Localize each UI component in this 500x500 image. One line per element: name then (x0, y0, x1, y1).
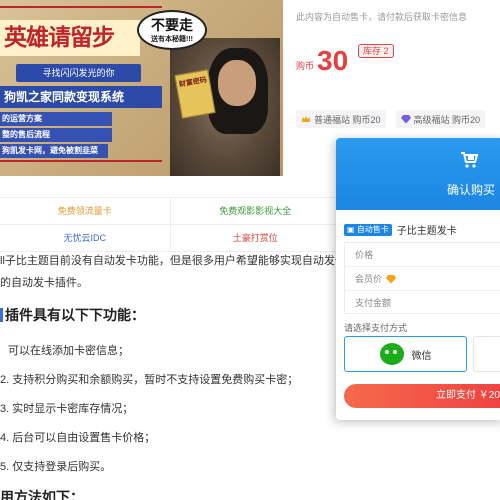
article-paragraph: 的自动发卡插件。 (0, 277, 88, 289)
product-cover-image: 英雄请留步 寻找闪闪发光的你 狗凯之家同款变现系统 的运营方案 整的售后流程 狗… (0, 0, 283, 176)
price-details: 价格 会员价 支付金额 (344, 242, 500, 314)
poster-divider (0, 160, 162, 162)
product-notice: 此内容为自动售卡，请付款后获取卡密信息 (296, 12, 468, 22)
member-price-label: 普通福站 购币20 (314, 114, 381, 125)
poster-band: 狗凯之家同款变现系统 (0, 86, 162, 108)
promo-link[interactable]: 免费领流量卡 (0, 198, 171, 224)
modal-title: 确认购买 (447, 183, 496, 197)
wechat-icon (379, 343, 404, 365)
promo-link[interactable]: 土豪打赏位 (171, 225, 341, 251)
poster-speech-bubble: 不要走 送有本秘籍!!! (137, 10, 207, 50)
member-price-row: 普通福站 购币20 高级福站 购币20 (296, 110, 486, 128)
member-price-badge: 高级福站 购币20 (395, 110, 486, 128)
promo-link[interactable]: 免费观影影视大全 (171, 198, 341, 224)
vip-diamond-icon (386, 274, 397, 283)
feature-item: 3. 实时显示卡密库存情况； (0, 403, 134, 415)
stock-badge: 库存 2 (358, 44, 394, 58)
poster-list-item: 的运营方案 (0, 112, 112, 126)
modal-header: 确认购买 (336, 138, 500, 210)
poster-title: 英雄请留步 (0, 20, 140, 56)
section-heading: 插件具有以下下功能： (0, 305, 145, 325)
feature-item: 可以在线添加卡密信息； (8, 345, 129, 357)
field-label: 支付金额 (355, 298, 392, 308)
poster-book: 财富密码 (174, 69, 216, 119)
member-price-field: 会员价 (345, 267, 500, 291)
article-body: ll子比主题目前没有自动发卡功能，但是很多用户希望能够实现自动发卡 的自动发卡插… (0, 250, 346, 294)
wechat-pay-label: 微信 (411, 350, 432, 362)
auto-sale-badge: ▣ 自动售卡 (344, 223, 392, 236)
price-value: 30 (317, 45, 349, 76)
bubble-sub-text: 送有本秘籍!!! (151, 36, 193, 43)
article-paragraph: ll子比主题目前没有自动发卡功能，但是很多用户希望能够实现自动发卡 (0, 255, 346, 267)
price-field: 价格 (345, 243, 500, 267)
feature-item: 5. 仅支持登录后购买。 (0, 461, 112, 473)
heading-text: 用方法如下： (0, 489, 84, 500)
promo-link[interactable]: 无忧云IDC (0, 225, 171, 251)
bubble-main-text: 不要走 (151, 17, 193, 33)
member-price-badge: 普通福站 购币20 (296, 110, 386, 128)
promo-links-grid: 免费领流量卡 免费观影影视大全 无忧云IDC 土豪打赏位 (0, 197, 340, 252)
crown-icon (301, 114, 311, 124)
wechat-pay-option[interactable]: 微信 (344, 336, 467, 372)
auto-sale-label: 自动售卡 (356, 224, 389, 234)
poster-divider (0, 6, 162, 8)
poster-list: 的运营方案 整的售后流程 狗凯发卡网，避免被割韭菜 (0, 112, 112, 160)
diamond-icon (400, 114, 411, 124)
modal-product-name: 子比主题发卡 (396, 226, 457, 237)
heading-text: 插件具有以下下功能： (5, 307, 145, 323)
alt-pay-option[interactable] (473, 336, 500, 372)
feature-item: 2. 支持积分购买和余额购买，暂时不支持设置免费购买卡密； (0, 374, 299, 386)
field-label: 会员价 (355, 273, 383, 284)
feature-item: 4. 后台可以自由设置售卡价格； (0, 432, 156, 444)
promo-links-row: 免费领流量卡 免费观影影视大全 (0, 198, 340, 225)
price-row: 购币 30 (296, 46, 348, 76)
modal-product-row: ▣ 自动售卡 子比主题发卡 (344, 222, 457, 237)
field-label: 价格 (355, 249, 374, 260)
promo-links-row: 无忧云IDC 土豪打赏位 (0, 225, 340, 252)
poster-list-item: 狗凯发卡网，避免被割韭菜 (0, 144, 108, 158)
purchase-modal: 确认购买 ▣ 自动售卡 子比主题发卡 价格 会员价 支付金额 请选择支付方式 微… (336, 138, 500, 420)
pay-amount-field: 支付金额 (345, 291, 500, 315)
pay-now-button[interactable]: 立即支付 ￥20 (344, 384, 500, 408)
price-unit: 购币 (296, 61, 315, 71)
cart-icon (461, 152, 478, 168)
poster-face (218, 60, 256, 106)
section-heading: 用方法如下： (0, 487, 84, 500)
poster-list-item: 整的售后流程 (0, 128, 112, 142)
payment-method-label: 请选择支付方式 (344, 323, 408, 333)
poster-person-illustration: 财富密码 (170, 38, 280, 176)
poster-subtitle: 寻找闪闪发光的你 (16, 64, 141, 82)
member-price-label: 高级福站 购币20 (413, 114, 481, 125)
heading-accent-bar (0, 308, 3, 322)
